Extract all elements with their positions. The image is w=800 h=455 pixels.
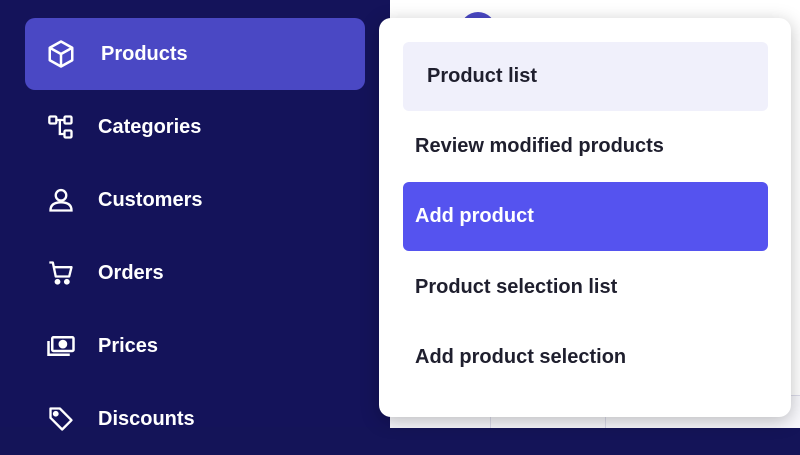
- menu-item-product-list[interactable]: Product list: [403, 42, 768, 111]
- cash-icon: [45, 330, 77, 362]
- sidebar-item-label: Orders: [98, 261, 164, 284]
- sidebar-item-prices[interactable]: Prices: [25, 310, 365, 382]
- tag-icon: [45, 403, 77, 435]
- sidebar-item-customers[interactable]: Customers: [25, 164, 365, 236]
- user-icon: [45, 184, 77, 216]
- menu-item-add-product[interactable]: Add product: [403, 182, 768, 251]
- sidebar-item-orders[interactable]: Orders: [25, 237, 365, 309]
- hierarchy-icon: [45, 111, 77, 143]
- sidebar-item-label: Prices: [98, 334, 159, 357]
- menu-item-review-modified-products[interactable]: Review modified products: [403, 112, 768, 181]
- sidebar: Products Categories Customers Orders Pri…: [0, 0, 390, 431]
- menu-item-product-selection-list[interactable]: Product selection list: [403, 253, 768, 322]
- sidebar-item-label: Categories: [98, 115, 202, 138]
- box-icon: [45, 38, 77, 70]
- sidebar-item-label: Customers: [98, 188, 203, 211]
- products-dropdown-menu: Product list Review modified products Ad…: [379, 18, 791, 417]
- menu-item-add-product-selection[interactable]: Add product selection: [403, 323, 768, 392]
- sidebar-item-label: Discounts: [98, 407, 195, 430]
- sidebar-item-products[interactable]: Products: [25, 18, 365, 90]
- cart-icon: [45, 257, 77, 289]
- sidebar-item-label: Products: [101, 42, 188, 65]
- sidebar-item-discounts[interactable]: Discounts: [25, 383, 365, 455]
- sidebar-item-categories[interactable]: Categories: [25, 91, 365, 163]
